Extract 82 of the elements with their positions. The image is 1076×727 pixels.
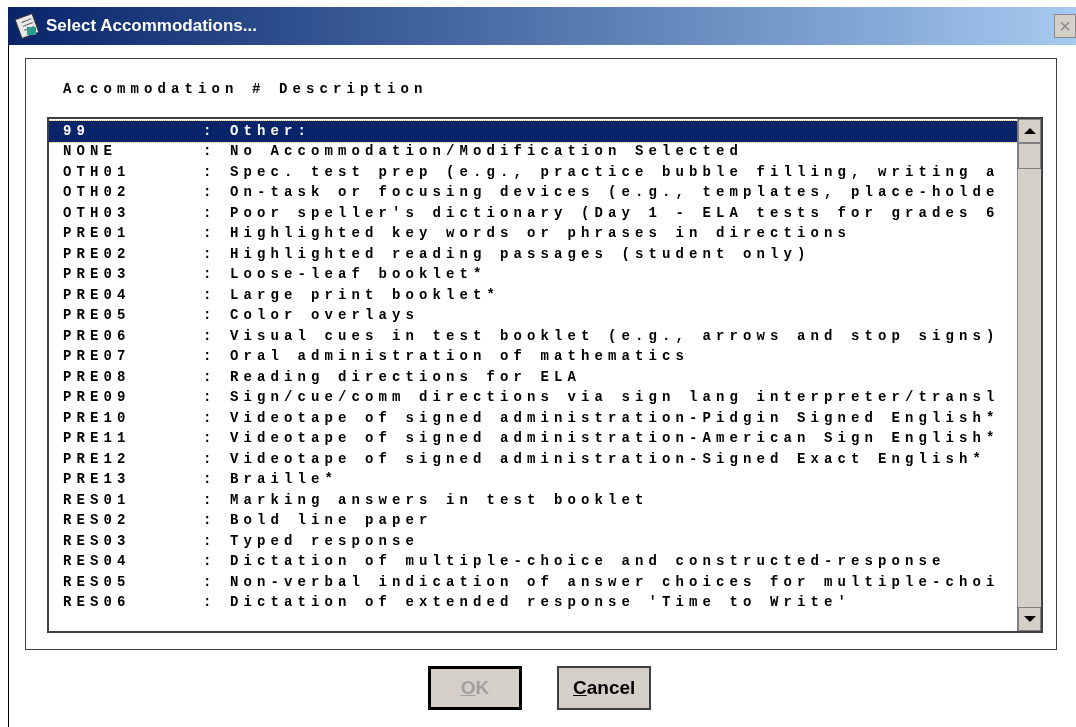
accommodation-description: : Bold line paper (203, 511, 433, 531)
accommodation-description: : Marking answers in test booklet (203, 490, 649, 510)
accommodation-description: : Non-verbal indication of answer choices for multiple-choi (203, 572, 1000, 592)
accommodation-description: : Loose-leaf booklet* (203, 265, 487, 285)
accommodation-description: : Poor speller's dictionary (Day 1 - ELA tests for grades 6 (203, 203, 1000, 223)
accommodation-code: OTH02 (63, 183, 132, 203)
list-item[interactable]: PRE06 : Visual cues in test booklet (e.g., arrows and stop signs) (49, 326, 1017, 347)
up-arrow-icon (1023, 127, 1036, 135)
list-item[interactable]: PRE13 : Braille* (49, 469, 1017, 490)
accommodation-description: : Highlighted key words or phrases in directions (203, 224, 852, 244)
accommodation-code: PRE11 (63, 429, 132, 449)
accommodation-code: PRE08 (63, 367, 132, 387)
list-item[interactable]: PRE03 : Loose-leaf booklet* (49, 264, 1017, 285)
list-item[interactable]: PRE04 : Large print booklet* (49, 285, 1017, 306)
accommodation-code: PRE06 (63, 326, 132, 346)
accommodation-code: OTH01 (63, 162, 132, 182)
list-item[interactable]: PRE09 : Sign/cue/comm directions via sign lang interpreter/transl (49, 387, 1017, 408)
accommodation-code: NONE (63, 142, 118, 162)
accommodation-description: : Videotape of signed administration-Signed Exact English* (203, 449, 987, 469)
accommodation-description: : Braille* (203, 470, 338, 490)
list-item[interactable]: 99 : Other: (49, 121, 1017, 142)
list-item[interactable]: PRE08 : Reading directions for ELA (49, 367, 1017, 388)
accommodation-description: : Typed response (203, 531, 420, 551)
accommodation-code: PRE05 (63, 306, 132, 326)
accommodation-code: RES02 (63, 511, 132, 531)
accommodation-description: : Dictation of extended response 'Time to Write' (203, 593, 852, 613)
window-title: Select Accommodations... (46, 15, 257, 38)
accommodation-code: PRE10 (63, 408, 132, 428)
cancel-button[interactable]: Cancel (557, 666, 652, 710)
accommodation-code: RES05 (63, 572, 132, 592)
accommodation-code: RES04 (63, 552, 132, 572)
accommodation-description: : Oral administration of mathematics (203, 347, 690, 367)
list-item[interactable]: RES02 : Bold line paper (49, 510, 1017, 531)
accommodation-description: : Videotape of signed administration-American Sign English* (203, 429, 1000, 449)
accommodation-description: : Spec. test prep (e.g., practice bubble filling, writing a (203, 162, 1000, 182)
list-item[interactable]: OTH01 : Spec. test prep (e.g., practice bubble filling, writing a (49, 162, 1017, 183)
accommodation-description: : Highlighted reading passages (student only) (203, 244, 811, 264)
list-item[interactable]: PRE05 : Color overlays (49, 305, 1017, 326)
scroll-up-button[interactable] (1018, 119, 1041, 143)
list-item[interactable]: PRE11 : Videotape of signed administration-American Sign English* (49, 428, 1017, 449)
list-item[interactable]: RES04 : Dictation of multiple-choice and constructed-response (49, 551, 1017, 572)
accommodation-code: OTH03 (63, 203, 132, 223)
accommodation-code: PRE09 (63, 388, 132, 408)
accommodation-code: PRE03 (63, 265, 132, 285)
list-item[interactable]: OTH03 : Poor speller's dictionary (Day 1 - ELA tests for grades 6 (49, 203, 1017, 224)
accommodation-code: RES01 (63, 490, 132, 510)
accommodation-description: : Color overlays (203, 306, 420, 326)
list-item[interactable]: NONE : No Accommodation/Modification Selected (49, 141, 1017, 162)
scroll-down-button[interactable] (1018, 607, 1041, 631)
list-item[interactable]: PRE01 : Highlighted key words or phrases in directions (49, 223, 1017, 244)
accommodation-description: : Visual cues in test booklet (e.g., arrows and stop signs) (203, 326, 1000, 346)
accommodation-code: 99 (63, 121, 91, 141)
accommodation-code: PRE01 (63, 224, 132, 244)
list-item[interactable]: RES05 : Non-verbal indication of answer choices for multiple-choi (49, 572, 1017, 593)
list-item[interactable]: PRE07 : Oral administration of mathematics (49, 346, 1017, 367)
list-item[interactable]: RES01 : Marking answers in test booklet (49, 490, 1017, 511)
list-item[interactable]: PRE12 : Videotape of signed administration-Signed Exact English* (49, 449, 1017, 470)
column-header: Accommodation # Description (63, 80, 429, 99)
list-item[interactable]: RES03 : Typed response (49, 531, 1017, 552)
accommodation-description: : Reading directions for ELA (203, 367, 582, 387)
list-item[interactable]: RES06 : Dictation of extended response 'Time to Write' (49, 592, 1017, 613)
accommodation-description: : Other: (203, 121, 311, 141)
accommodation-description: : On-task or focusing devices (e.g., templates, place-holde (203, 183, 1000, 203)
accommodation-code: PRE02 (63, 244, 132, 264)
scrollbar[interactable] (1017, 119, 1041, 631)
accommodation-description: : Sign/cue/comm directions via sign lang interpreter/transl (203, 388, 1000, 408)
accommodation-code: PRE13 (63, 470, 132, 490)
list-item[interactable]: PRE02 : Highlighted reading passages (student only) (49, 244, 1017, 265)
accommodation-description: : Dictation of multiple-choice and constructed-response (203, 552, 946, 572)
down-arrow-icon (1023, 615, 1036, 623)
accommodation-code: RES03 (63, 531, 132, 551)
list-item[interactable]: OTH02 : On-task or focusing devices (e.g., templates, place-holde (49, 182, 1017, 203)
accommodation-code: RES06 (63, 593, 132, 613)
accommodation-list[interactable] (47, 117, 1043, 633)
accommodation-code: PRE04 (63, 285, 132, 305)
accommodation-description: : Large print booklet* (203, 285, 501, 305)
list-item[interactable]: PRE10 : Videotape of signed administration-Pidgin Signed English* (49, 408, 1017, 429)
accommodation-code: PRE07 (63, 347, 132, 367)
accommodation-description: : No Accommodation/Modification Selected (203, 142, 744, 162)
accommodation-description: : Videotape of signed administration-Pidgin Signed English* (203, 408, 1000, 428)
accommodation-code: PRE12 (63, 449, 132, 469)
scroll-thumb[interactable] (1018, 143, 1041, 169)
